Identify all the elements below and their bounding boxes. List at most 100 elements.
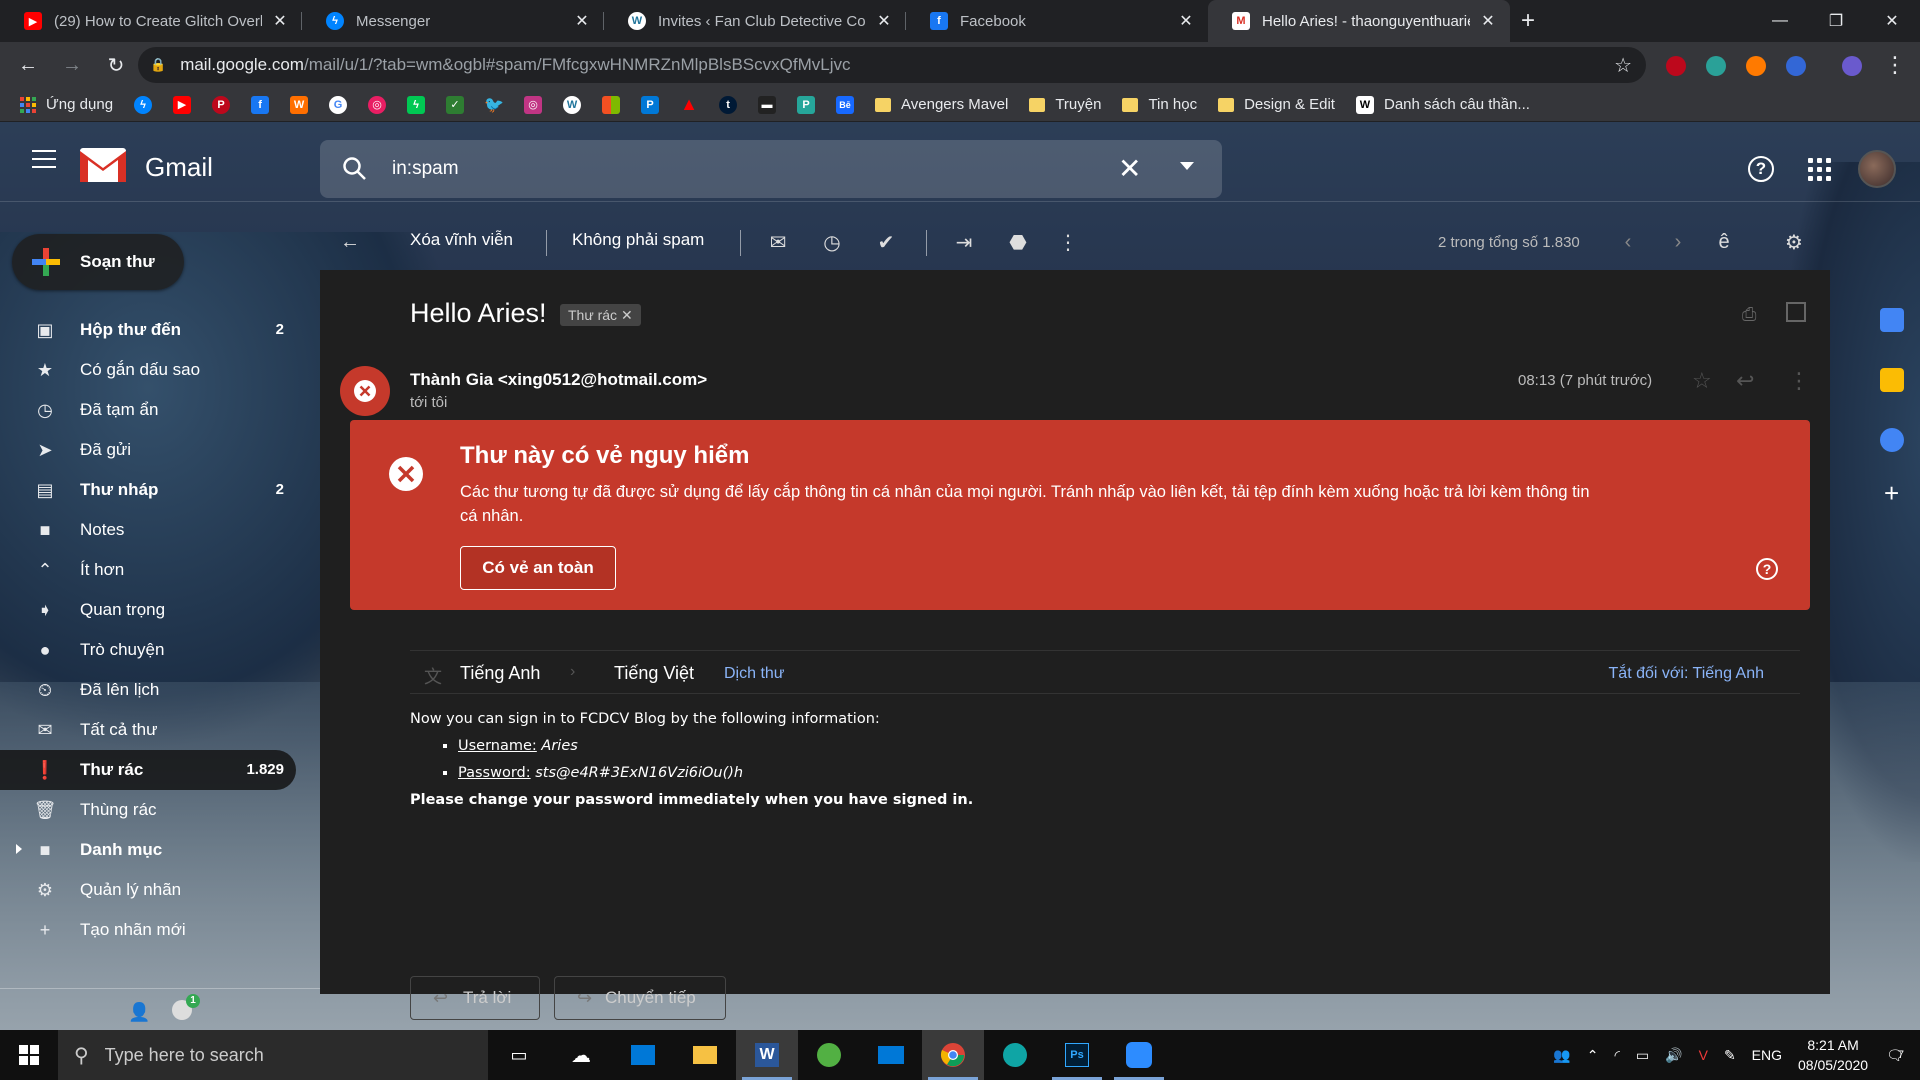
keep-icon[interactable] bbox=[1880, 368, 1904, 392]
bookmark-twitter[interactable]: 🐦 bbox=[484, 96, 504, 114]
spam-label-chip[interactable]: Thư rác ✕ bbox=[560, 304, 641, 326]
main-menu-icon[interactable] bbox=[32, 150, 56, 174]
close-icon[interactable]: ✕ bbox=[1176, 11, 1196, 31]
extension-icon[interactable] bbox=[1706, 56, 1726, 76]
windows-start-button[interactable] bbox=[0, 1030, 58, 1080]
bookmark-behance[interactable]: Bē bbox=[836, 95, 855, 114]
sidebar-item-spam[interactable]: ❗ Thư rác 1.829 bbox=[0, 750, 296, 790]
close-icon[interactable]: ✕ bbox=[874, 11, 894, 31]
bookmark-wordpress[interactable]: W bbox=[563, 95, 582, 114]
bookmark-w[interactable]: W bbox=[290, 95, 309, 114]
target-language-select[interactable]: Tiếng Việt bbox=[614, 663, 694, 684]
input-tools-icon[interactable]: ê bbox=[1712, 230, 1736, 254]
browser-menu-icon[interactable]: ⋮ bbox=[1884, 52, 1906, 78]
search-bar[interactable]: in:spam ✕ bbox=[320, 140, 1222, 198]
reply-icon[interactable]: ↩ bbox=[1736, 368, 1754, 394]
bookmark-instagram[interactable]: ◎ bbox=[524, 95, 543, 114]
open-new-window-icon[interactable] bbox=[1786, 302, 1806, 322]
bookmark-facebook[interactable]: f bbox=[251, 95, 270, 114]
sidebar-item-starred[interactable]: ★ Có gắn dấu sao bbox=[0, 350, 296, 390]
minimize-button[interactable]: — bbox=[1752, 0, 1808, 42]
tab-youtube[interactable]: ▶ (29) How to Create Glitch Overlay ✕ bbox=[0, 0, 302, 42]
bookmark-adobe[interactable]: ▲ bbox=[680, 94, 698, 114]
sidebar-item-snoozed[interactable]: ◷ Đã tạm ẩn bbox=[0, 390, 296, 430]
contacts-icon[interactable]: 👤 bbox=[128, 1002, 150, 1023]
onedrive-photos-icon[interactable]: ☁ bbox=[550, 1030, 612, 1080]
search-input[interactable]: in:spam bbox=[392, 158, 459, 180]
extension-icon[interactable] bbox=[1746, 56, 1766, 76]
google-apps-icon[interactable] bbox=[1808, 158, 1831, 181]
delete-forever-button[interactable]: Xóa vĩnh viễn bbox=[410, 230, 513, 250]
word-icon[interactable]: W bbox=[736, 1030, 798, 1080]
microsoft-store-icon[interactable] bbox=[612, 1030, 674, 1080]
sidebar-item-important[interactable]: ➧ Quan trọng bbox=[0, 590, 296, 630]
source-language-select[interactable]: Tiếng Anh bbox=[460, 663, 540, 684]
older-chevron-icon[interactable]: › bbox=[1666, 230, 1690, 254]
pen-icon[interactable]: ✎ bbox=[1724, 1047, 1736, 1064]
settings-gear-icon[interactable]: ⚙ bbox=[1782, 230, 1806, 254]
chrome-icon[interactable] bbox=[922, 1030, 984, 1080]
battery-icon[interactable]: ▭ bbox=[1636, 1047, 1649, 1064]
close-icon[interactable]: ✕ bbox=[572, 11, 592, 31]
tab-facebook[interactable]: f Facebook ✕ bbox=[906, 0, 1208, 42]
forward-button[interactable]: → bbox=[54, 47, 90, 83]
address-bar[interactable]: 🔒 mail.google.com/mail/u/1/?tab=wm&ogbl#… bbox=[138, 47, 1646, 83]
close-icon[interactable]: ✕ bbox=[1478, 11, 1498, 31]
bookmark-google[interactable]: G bbox=[329, 95, 348, 114]
move-to-icon[interactable]: ⇥ bbox=[952, 230, 976, 254]
help-icon[interactable]: ? bbox=[1748, 156, 1774, 182]
bookmark-apps[interactable]: Ứng dụng bbox=[20, 96, 113, 113]
back-button[interactable]: ← bbox=[10, 47, 46, 83]
bookmark-folder[interactable]: Truyện bbox=[1029, 96, 1101, 113]
sidebar-item-less[interactable]: ⌃ Ít hơn bbox=[0, 550, 296, 590]
close-icon[interactable]: ✕ bbox=[270, 11, 290, 31]
tab-messenger[interactable]: ϟ Messenger ✕ bbox=[302, 0, 604, 42]
mail-app-icon[interactable] bbox=[860, 1030, 922, 1080]
bookmark-microsoft[interactable] bbox=[602, 95, 621, 114]
sidebar-item-chats[interactable]: ● Trò chuyện bbox=[0, 630, 296, 670]
more-vert-icon[interactable]: ⋮ bbox=[1788, 368, 1810, 394]
edge-icon[interactable] bbox=[984, 1030, 1046, 1080]
expand-arrow-icon[interactable] bbox=[16, 844, 22, 854]
close-window-button[interactable]: ✕ bbox=[1864, 0, 1920, 42]
lock-icon[interactable]: 🔒 bbox=[150, 57, 166, 73]
sidebar-item-all-mail[interactable]: ✉ Tất cả thư bbox=[0, 710, 296, 750]
back-to-list-icon[interactable]: ← bbox=[338, 230, 362, 254]
maximize-button[interactable]: ❐ bbox=[1808, 0, 1864, 42]
search-icon[interactable] bbox=[342, 156, 368, 182]
bookmark-picsart[interactable]: P bbox=[641, 95, 660, 114]
bookmark-folder[interactable]: Avengers Mavel bbox=[875, 96, 1008, 113]
translate-message-link[interactable]: Dịch thư bbox=[724, 665, 785, 683]
newer-chevron-icon[interactable]: ‹ bbox=[1616, 230, 1640, 254]
sidebar-item-categories[interactable]: ■ Danh mục bbox=[0, 830, 296, 870]
bookmark-site[interactable]: ◎ bbox=[368, 95, 387, 114]
new-tab-button[interactable]: + bbox=[1510, 0, 1546, 42]
input-language[interactable]: ENG bbox=[1752, 1047, 1782, 1063]
zoom-icon[interactable] bbox=[1108, 1030, 1170, 1080]
reload-button[interactable]: ↻ bbox=[98, 47, 134, 83]
bookmark-youtube[interactable]: ▶ bbox=[173, 95, 192, 114]
recipient-line[interactable]: tới tôi bbox=[410, 394, 447, 411]
label-tag-icon[interactable]: ⬣ bbox=[1006, 230, 1030, 254]
tab-gmail[interactable]: M Hello Aries! - thaonguyenthuaries ✕ bbox=[1208, 0, 1510, 42]
sidebar-item-create-label[interactable]: + Tạo nhãn mới bbox=[0, 910, 296, 950]
search-options-dropdown-icon[interactable] bbox=[1180, 162, 1194, 170]
compose-button[interactable]: Soạn thư bbox=[12, 234, 184, 290]
not-spam-button[interactable]: Không phải spam bbox=[572, 230, 704, 250]
volume-icon[interactable]: 🔊 bbox=[1665, 1047, 1682, 1064]
bookmark-tumblr[interactable]: t bbox=[719, 95, 738, 114]
vivaldi-tray-icon[interactable]: V bbox=[1699, 1047, 1708, 1063]
profile-avatar-icon[interactable] bbox=[1842, 56, 1862, 76]
sender-name[interactable]: Thành Gia <xing0512@hotmail.com> bbox=[410, 370, 707, 390]
calendar-icon[interactable] bbox=[1880, 308, 1904, 332]
reply-button[interactable]: ↩ Trả lời bbox=[410, 976, 540, 1020]
camtasia-icon[interactable] bbox=[798, 1030, 860, 1080]
bookmark-site[interactable]: ϟ bbox=[407, 95, 426, 114]
sidebar-item-drafts[interactable]: ▤ Thư nháp 2 bbox=[0, 470, 296, 510]
bookmark-messenger[interactable]: ϟ bbox=[134, 95, 153, 114]
print-icon[interactable]: ⎙ bbox=[1742, 304, 1764, 324]
network-icon[interactable]: ◜ bbox=[1615, 1047, 1620, 1064]
sidebar-item-notes[interactable]: ■ Notes bbox=[0, 510, 296, 550]
sidebar-item-sent[interactable]: ➤ Đã gửi bbox=[0, 430, 296, 470]
bookmark-site[interactable]: P bbox=[797, 95, 816, 114]
